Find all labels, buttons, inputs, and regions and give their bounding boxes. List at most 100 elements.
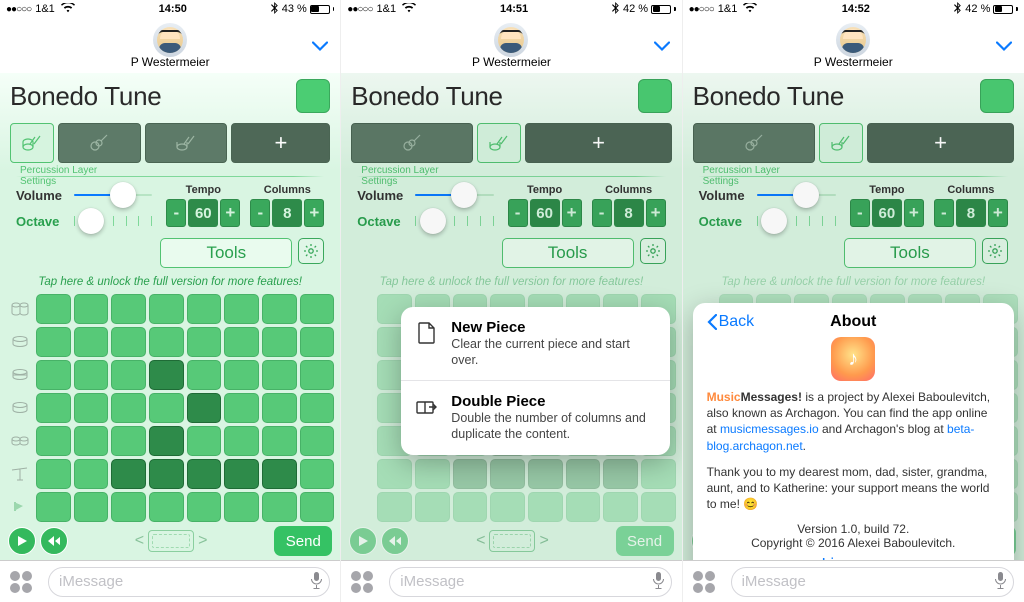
grid-cell[interactable]: [187, 393, 222, 423]
mic-icon[interactable]: [994, 571, 1007, 593]
grid-cell[interactable]: [262, 492, 297, 522]
grid-cell[interactable]: [300, 492, 335, 522]
grid-cell[interactable]: [111, 393, 146, 423]
rewind-button[interactable]: [40, 527, 68, 555]
columns-stepper[interactable]: - 8 +: [250, 199, 324, 227]
grid-cell[interactable]: [74, 360, 109, 390]
grid-cell[interactable]: [149, 360, 184, 390]
message-input[interactable]: iMessage: [389, 567, 671, 597]
grid-cell[interactable]: [262, 426, 297, 456]
volume-slider[interactable]: [74, 184, 152, 206]
grid-cell[interactable]: [300, 459, 335, 489]
apps-icon[interactable]: [10, 571, 40, 593]
play-button[interactable]: [8, 527, 36, 555]
grid-cell[interactable]: [224, 426, 259, 456]
cols-value: 8: [272, 199, 302, 227]
grid-cell[interactable]: [74, 393, 109, 423]
grid-cell[interactable]: [300, 426, 335, 456]
cols-plus[interactable]: +: [304, 199, 324, 227]
chevron-down-icon[interactable]: [312, 35, 328, 56]
mic-icon[interactable]: [652, 571, 665, 593]
grid-cell[interactable]: [111, 360, 146, 390]
grid-cell[interactable]: [187, 327, 222, 357]
message-input[interactable]: iMessage: [48, 567, 330, 597]
tempo-stepper[interactable]: - 60 +: [166, 199, 240, 227]
grid-cell[interactable]: [74, 459, 109, 489]
apps-icon[interactable]: [693, 571, 723, 593]
grid-cell[interactable]: [224, 492, 259, 522]
apps-icon[interactable]: [351, 571, 381, 593]
grid-cell[interactable]: [262, 327, 297, 357]
grid-cell[interactable]: [262, 294, 297, 324]
grid-cell[interactable]: [74, 426, 109, 456]
tab-percussion[interactable]: [10, 123, 54, 163]
octave-slider[interactable]: [74, 210, 152, 232]
unlock-banner[interactable]: Tap here & unlock the full version for m…: [0, 276, 340, 288]
send-button[interactable]: Send: [274, 526, 332, 556]
back-button[interactable]: Back: [707, 313, 755, 331]
grid-cell[interactable]: [74, 327, 109, 357]
grid-cell[interactable]: [111, 294, 146, 324]
columns-col-label: Columns: [264, 184, 311, 196]
avatar[interactable]: [494, 23, 528, 57]
chevron-down-icon[interactable]: [654, 35, 670, 56]
grid-cell[interactable]: [149, 492, 184, 522]
tempo-minus[interactable]: -: [166, 199, 186, 227]
grid-cell[interactable]: [224, 294, 259, 324]
mic-icon[interactable]: [310, 571, 323, 593]
grid-cell[interactable]: [111, 426, 146, 456]
grid-cell[interactable]: [224, 327, 259, 357]
tab-guitar[interactable]: [58, 123, 141, 163]
grid-cell[interactable]: [262, 393, 297, 423]
chevron-down-icon[interactable]: [996, 35, 1012, 56]
grid-cell[interactable]: [36, 459, 71, 489]
menu-double-piece[interactable]: Double PieceDouble the number of columns…: [401, 380, 669, 454]
grid-cell[interactable]: [262, 459, 297, 489]
grid-cell[interactable]: [149, 459, 184, 489]
avatar[interactable]: [153, 23, 187, 57]
grid-cell[interactable]: [149, 393, 184, 423]
grid-cell[interactable]: [187, 492, 222, 522]
grid-cell[interactable]: [300, 360, 335, 390]
color-swatch[interactable]: [296, 79, 330, 113]
tab-add[interactable]: +: [231, 123, 330, 163]
grid-cell[interactable]: [300, 327, 335, 357]
menu-new-piece[interactable]: New PieceClear the current piece and sta…: [401, 307, 669, 380]
grid-cell[interactable]: [149, 426, 184, 456]
grid-cell[interactable]: [224, 360, 259, 390]
grid-cell[interactable]: [36, 393, 71, 423]
mini-controls[interactable]: <>: [135, 530, 208, 552]
link-site[interactable]: musicmessages.io: [720, 422, 819, 436]
grid-cell[interactable]: [300, 393, 335, 423]
grid-cell[interactable]: [224, 393, 259, 423]
grid-cell[interactable]: [36, 327, 71, 357]
message-input[interactable]: iMessage: [731, 567, 1014, 597]
grid-cell[interactable]: [111, 327, 146, 357]
grid-cell[interactable]: [36, 360, 71, 390]
grid-cell[interactable]: [36, 492, 71, 522]
grid-cell[interactable]: [187, 426, 222, 456]
grid-cell[interactable]: [187, 294, 222, 324]
grid-cell[interactable]: [36, 426, 71, 456]
cols-minus[interactable]: -: [250, 199, 270, 227]
avatar[interactable]: [836, 23, 870, 57]
grid-cell[interactable]: [111, 492, 146, 522]
sequencer-grid[interactable]: [36, 294, 334, 522]
grid-cell[interactable]: [149, 294, 184, 324]
grid-cell[interactable]: [74, 294, 109, 324]
grid-cell[interactable]: [149, 327, 184, 357]
instrument-row-icons: [6, 294, 34, 522]
grid-cell[interactable]: [300, 294, 335, 324]
grid-cell[interactable]: [74, 492, 109, 522]
tab-drums[interactable]: [145, 123, 228, 163]
tempo-plus[interactable]: +: [220, 199, 240, 227]
licenses-link[interactable]: Licenses: [707, 556, 1000, 560]
grid-cell[interactable]: [187, 360, 222, 390]
grid-cell[interactable]: [262, 360, 297, 390]
grid-cell[interactable]: [224, 459, 259, 489]
tools-button[interactable]: Tools: [160, 238, 292, 268]
grid-cell[interactable]: [36, 294, 71, 324]
grid-cell[interactable]: [111, 459, 146, 489]
gear-icon[interactable]: [298, 238, 324, 264]
grid-cell[interactable]: [187, 459, 222, 489]
